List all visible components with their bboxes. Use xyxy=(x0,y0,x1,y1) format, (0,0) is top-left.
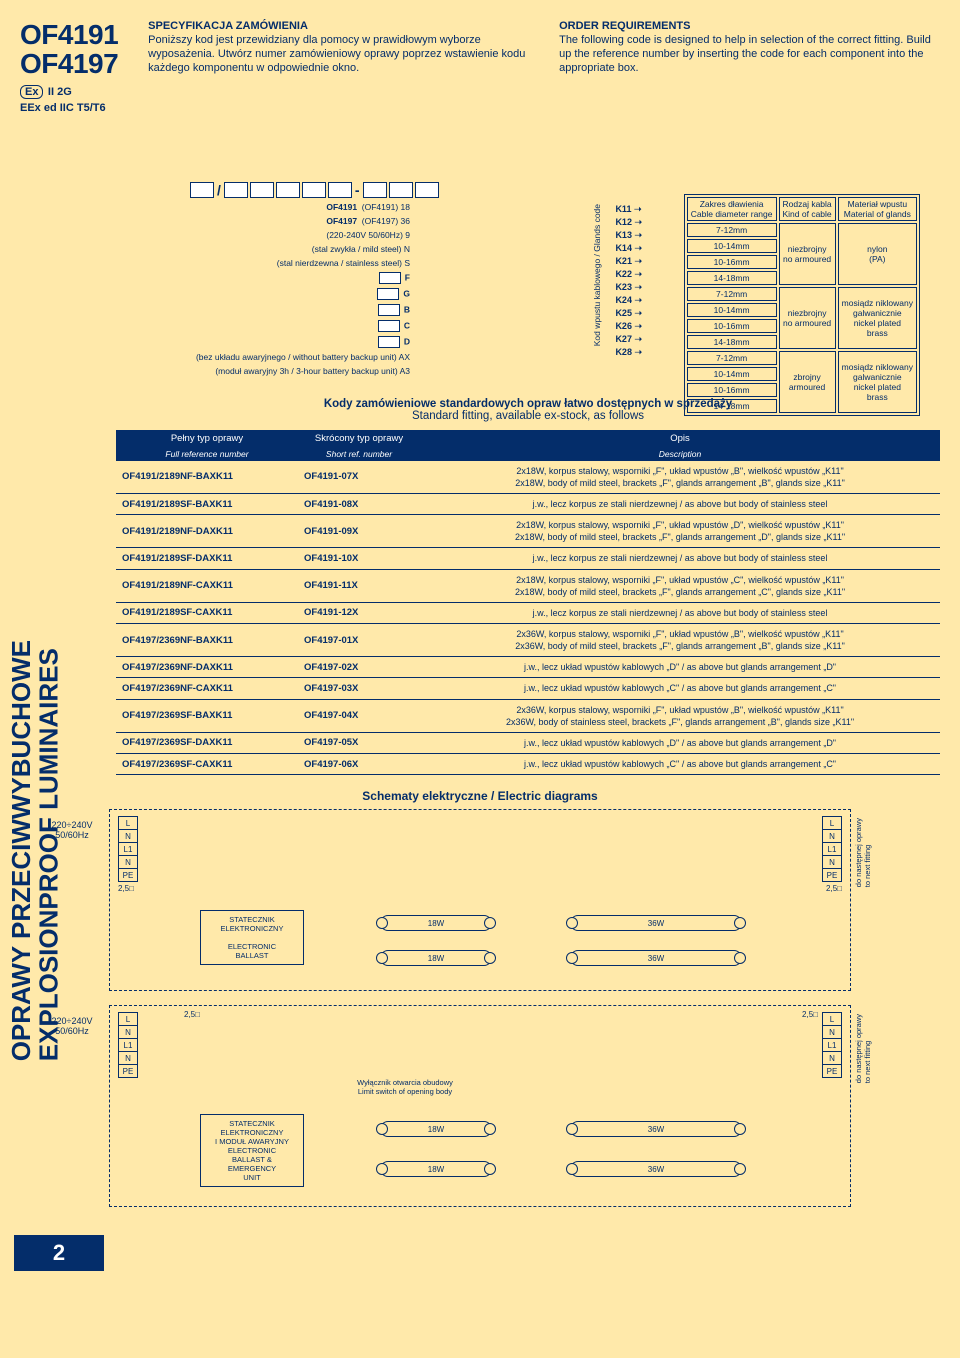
page-number: 2 xyxy=(14,1235,104,1271)
ref-cell: OF4197/2369NF-DAXK11 xyxy=(116,657,298,678)
spec-pl-text: Poniższy kod jest przewidziany dla pomoc… xyxy=(148,34,529,75)
desc-cell: j.w., lecz korpus ze stali nierdzewnej /… xyxy=(420,494,940,515)
short-cell: OF4191-07X xyxy=(298,461,420,494)
short-cell: OF4197-01X xyxy=(298,624,420,657)
k-code-list: K11 ➝ K12 ➝ K13 ➝ K14 ➝ K21 ➝ K22 ➝ K23 … xyxy=(615,204,642,360)
sidebar-label: OPRAWY PRZECIWWYBUCHOWE EXPLOSIONPROOF L… xyxy=(8,640,63,1061)
lamp-18w: 18W xyxy=(380,1121,492,1137)
ref-cell: OF4191/2189NF-CAXK11 xyxy=(116,569,298,602)
desc-cell: j.w., lecz korpus ze stali nierdzewnej /… xyxy=(420,602,940,623)
lamp-18w: 18W xyxy=(380,950,492,966)
spec-en-text: The following code is designed to help i… xyxy=(559,34,940,75)
short-cell: OF4197-04X xyxy=(298,699,420,732)
lamp-36w: 36W xyxy=(570,915,742,931)
lamp-36w: 36W xyxy=(570,1121,742,1137)
short-cell: OF4191-12X xyxy=(298,602,420,623)
ref-cell: OF4191/2189NF-DAXK11 xyxy=(116,515,298,548)
lamp-36w: 36W xyxy=(570,950,742,966)
lamp-18w: 18W xyxy=(380,915,492,931)
short-cell: OF4197-06X xyxy=(298,754,420,775)
diagram-1: 220÷240V 50/60Hz L N L1 N PE 2,5□ L N L1… xyxy=(109,809,851,991)
left-option-labels: OF4191 (OF4191) 18 OF4197 (OF4197) 36 (2… xyxy=(110,202,410,380)
next-fit-label: do następnej oprawy to next fitting xyxy=(854,818,872,887)
next-fit-label: do następnej oprawy to next fitting xyxy=(854,1014,872,1083)
gland-table: Zakres dławienia Cable diameter range Ro… xyxy=(684,194,920,416)
ref-cell: OF4197/2369SF-DAXK11 xyxy=(116,732,298,753)
lamp-18w: 18W xyxy=(380,1161,492,1177)
limit-switch-note: Wyłącznik otwarcia obudowy Limit switch … xyxy=(350,1078,460,1096)
desc-cell: j.w., lecz korpus ze stali nierdzewnej /… xyxy=(420,548,940,569)
desc-cell: j.w., lecz układ wpustów kablowych „C" /… xyxy=(420,754,940,775)
ref-cell: OF4191/2189SF-DAXK11 xyxy=(116,548,298,569)
class-line2: EEx ed IIC T5/T6 xyxy=(20,102,118,114)
short-cell: OF4191-11X xyxy=(298,569,420,602)
ref-cell: OF4197/2369NF-CAXK11 xyxy=(116,678,298,699)
k-vert-label: Kod wpustu kablowego / Glands code xyxy=(592,204,602,346)
class-line1: II 2G xyxy=(48,86,72,98)
desc-cell: 2x18W, korpus stalowy, wsporniki „F", uk… xyxy=(420,569,940,602)
ref-cell: OF4197/2369NF-BAXK11 xyxy=(116,624,298,657)
terminal-right: L N L1 N PE xyxy=(822,816,842,882)
ballast-2: STATECZNIK ELEKTRONICZNY I MODUŁ AWARYJN… xyxy=(200,1114,304,1187)
spec-pl: SPECYFIKACJA ZAMÓWIENIA Poniższy kod jes… xyxy=(148,20,529,114)
short-cell: OF4191-09X xyxy=(298,515,420,548)
ballast-1: STATECZNIK ELEKTRONICZNY ELECTRONIC BALL… xyxy=(200,910,304,965)
code-of4191: OF4191 xyxy=(20,20,118,49)
ordering-diagram: / - OF4191 (OF4191) 18 OF4197 (OF4197) 3… xyxy=(130,124,930,384)
desc-cell: 2x18W, korpus stalowy, wsporniki „F", uk… xyxy=(420,515,940,548)
short-cell: OF4191-10X xyxy=(298,548,420,569)
spec-en-title: ORDER REQUIREMENTS xyxy=(559,20,940,32)
short-cell: OF4197-02X xyxy=(298,657,420,678)
desc-cell: 2x36W, korpus stalowy, wsporniki „F", uk… xyxy=(420,624,940,657)
spec-pl-title: SPECYFIKACJA ZAMÓWIENIA xyxy=(148,20,529,32)
lamp-36w: 36W xyxy=(570,1161,742,1177)
ref-cell: OF4197/2369SF-BAXK11 xyxy=(116,699,298,732)
desc-cell: j.w., lecz układ wpustów kablowych „D" /… xyxy=(420,732,940,753)
code-of4197: OF4197 xyxy=(20,49,118,78)
desc-cell: j.w., lecz układ wpustów kablowych „C" /… xyxy=(420,678,940,699)
desc-cell: 2x18W, korpus stalowy, wsporniki „F", uk… xyxy=(420,461,940,494)
product-codes: OF4191 OF4197 Ex II 2G EEx ed IIC T5/T6 xyxy=(20,20,118,114)
terminal-left: L N L1 N PE xyxy=(118,1012,138,1078)
slash-sep: / xyxy=(217,182,221,198)
desc-cell: j.w., lecz układ wpustów kablowych „D" /… xyxy=(420,657,940,678)
short-cell: OF4197-03X xyxy=(298,678,420,699)
ref-cell: OF4191/2189NF-BAXK11 xyxy=(116,461,298,494)
terminal-left: L N L1 N PE xyxy=(118,816,138,882)
standard-fittings-table: Pełny typ oprawy Skrócony typ oprawy Opi… xyxy=(116,430,940,775)
diagram-title: Schematy elektryczne / Electric diagrams xyxy=(0,789,960,803)
ex-mark: Ex xyxy=(20,85,43,99)
terminal-right: L N L1 N PE xyxy=(822,1012,842,1078)
ref-cell: OF4197/2369SF-CAXK11 xyxy=(116,754,298,775)
short-cell: OF4191-08X xyxy=(298,494,420,515)
ref-cell: OF4191/2189SF-CAXK11 xyxy=(116,602,298,623)
short-cell: OF4197-05X xyxy=(298,732,420,753)
dash-sep: - xyxy=(355,182,360,198)
desc-cell: 2x36W, korpus stalowy, wsporniki „F", uk… xyxy=(420,699,940,732)
ref-cell: OF4191/2189SF-BAXK11 xyxy=(116,494,298,515)
spec-en: ORDER REQUIREMENTS The following code is… xyxy=(559,20,940,114)
diagram-2: 220÷240V 50/60Hz L N L1 N PE 2,5□ L N L1… xyxy=(109,1005,851,1207)
